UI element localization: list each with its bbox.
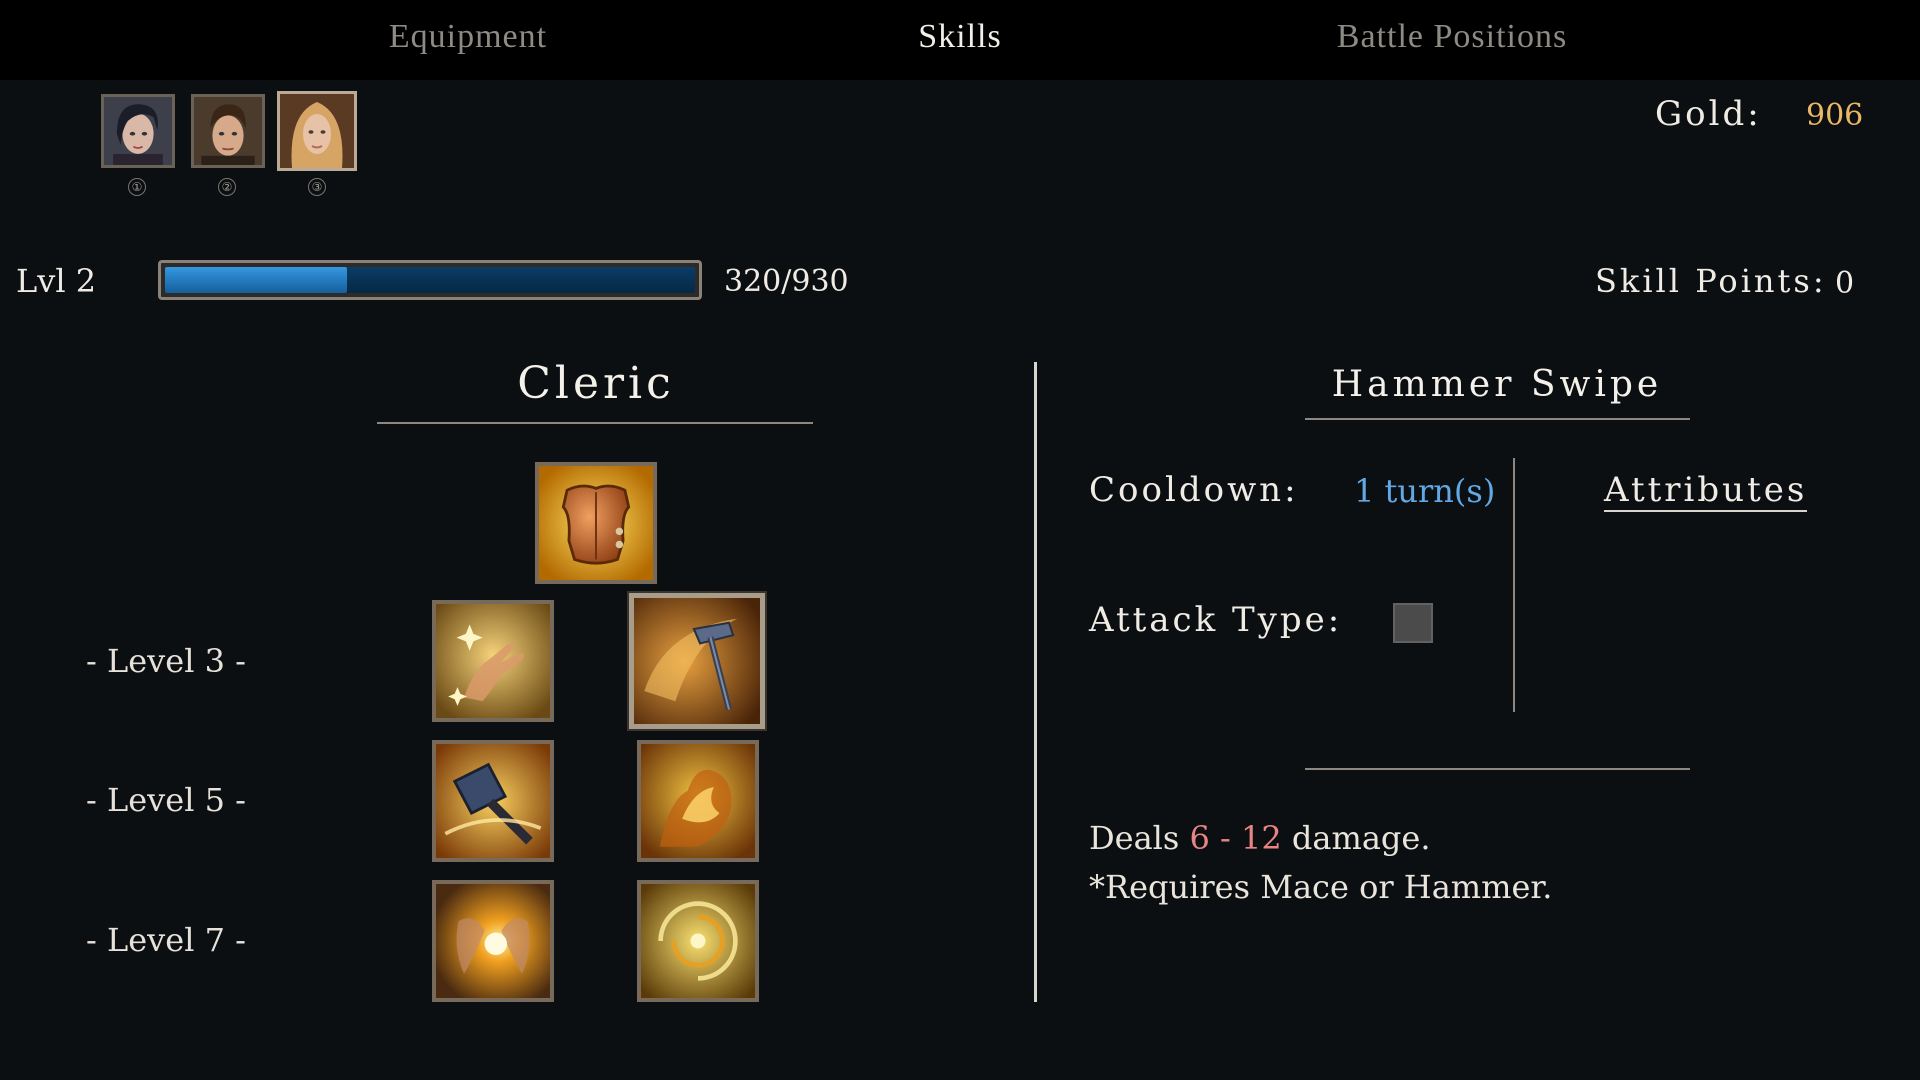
holy-light-icon: [436, 884, 550, 998]
requirement-text: *Requires Mace or Hammer.: [1089, 868, 1553, 906]
divider: [1513, 458, 1515, 712]
desc-prefix: Deals: [1089, 819, 1190, 857]
character-level: Lvl 2: [16, 262, 97, 300]
skill-slot-hammer-strike[interactable]: [432, 740, 554, 862]
tab-battle-positions[interactable]: Battle Positions: [1337, 18, 1567, 56]
panel-divider: [1034, 362, 1037, 1002]
brown-haired-man-portrait-icon: [194, 97, 262, 165]
divider: [1305, 418, 1690, 420]
damage-range: 6 - 12: [1189, 819, 1282, 857]
divider: [377, 422, 813, 424]
cooldown-value: 1 turn(s): [1354, 472, 1496, 510]
skill-slot-breastplate[interactable]: [535, 462, 657, 584]
xp-bar: [158, 260, 702, 300]
damage-line: Deals 6 - 12 damage.: [1089, 814, 1552, 863]
skill-description: Deals 6 - 12 damage. *Requires Mace or H…: [1089, 814, 1552, 912]
party-portrait-1[interactable]: [101, 94, 175, 168]
healing-hand-icon: [436, 604, 550, 718]
party-slot-number: ①: [128, 178, 146, 196]
skill-slot-hammer-swipe[interactable]: [627, 591, 767, 731]
breastplate-icon: [539, 466, 653, 580]
attack-type-icon: [1393, 603, 1433, 643]
tab-equipment[interactable]: Equipment: [389, 18, 547, 56]
gold-label: Gold:: [1655, 94, 1762, 134]
party-slot-number: ③: [308, 178, 326, 196]
top-nav-bar: Equipment Skills Battle Positions: [0, 0, 1920, 80]
tab-skills[interactable]: Skills: [918, 18, 1001, 56]
xp-bar-fill: [165, 267, 348, 293]
skill-points-label: Skill Points:: [1595, 262, 1827, 300]
attributes-link[interactable]: Attributes: [1604, 470, 1808, 512]
skill-slot-holy-light[interactable]: [432, 880, 554, 1002]
hammer-swipe-icon: [634, 598, 760, 724]
flame-beast-icon: [641, 744, 755, 858]
level-7-label: - Level 7 -: [86, 921, 246, 959]
class-title: Cleric: [517, 358, 675, 409]
skill-points-value: 0: [1835, 266, 1855, 301]
desc-suffix: damage.: [1281, 819, 1431, 857]
skill-name-title: Hammer Swipe: [1331, 364, 1663, 405]
dark-haired-woman-portrait-icon: [104, 97, 172, 165]
attack-type-label: Attack Type:: [1089, 600, 1343, 640]
hammer-strike-icon: [436, 744, 550, 858]
level-5-label: - Level 5 -: [86, 781, 246, 819]
party-portrait-3[interactable]: [277, 91, 357, 171]
xp-text: 320/930: [724, 264, 849, 299]
party-slot-number: ②: [218, 178, 236, 196]
blonde-woman-portrait-icon: [280, 94, 354, 168]
skill-slot-vortex[interactable]: [637, 880, 759, 1002]
skill-slot-healing-hand[interactable]: [432, 600, 554, 722]
xp-bar-track: [165, 267, 695, 293]
party-portrait-2[interactable]: [191, 94, 265, 168]
gold-value: 906: [1806, 98, 1864, 133]
divider: [1305, 768, 1690, 770]
cooldown-label: Cooldown:: [1089, 470, 1299, 510]
vortex-icon: [641, 884, 755, 998]
level-3-label: - Level 3 -: [86, 642, 246, 680]
skill-slot-flame-beast[interactable]: [637, 740, 759, 862]
